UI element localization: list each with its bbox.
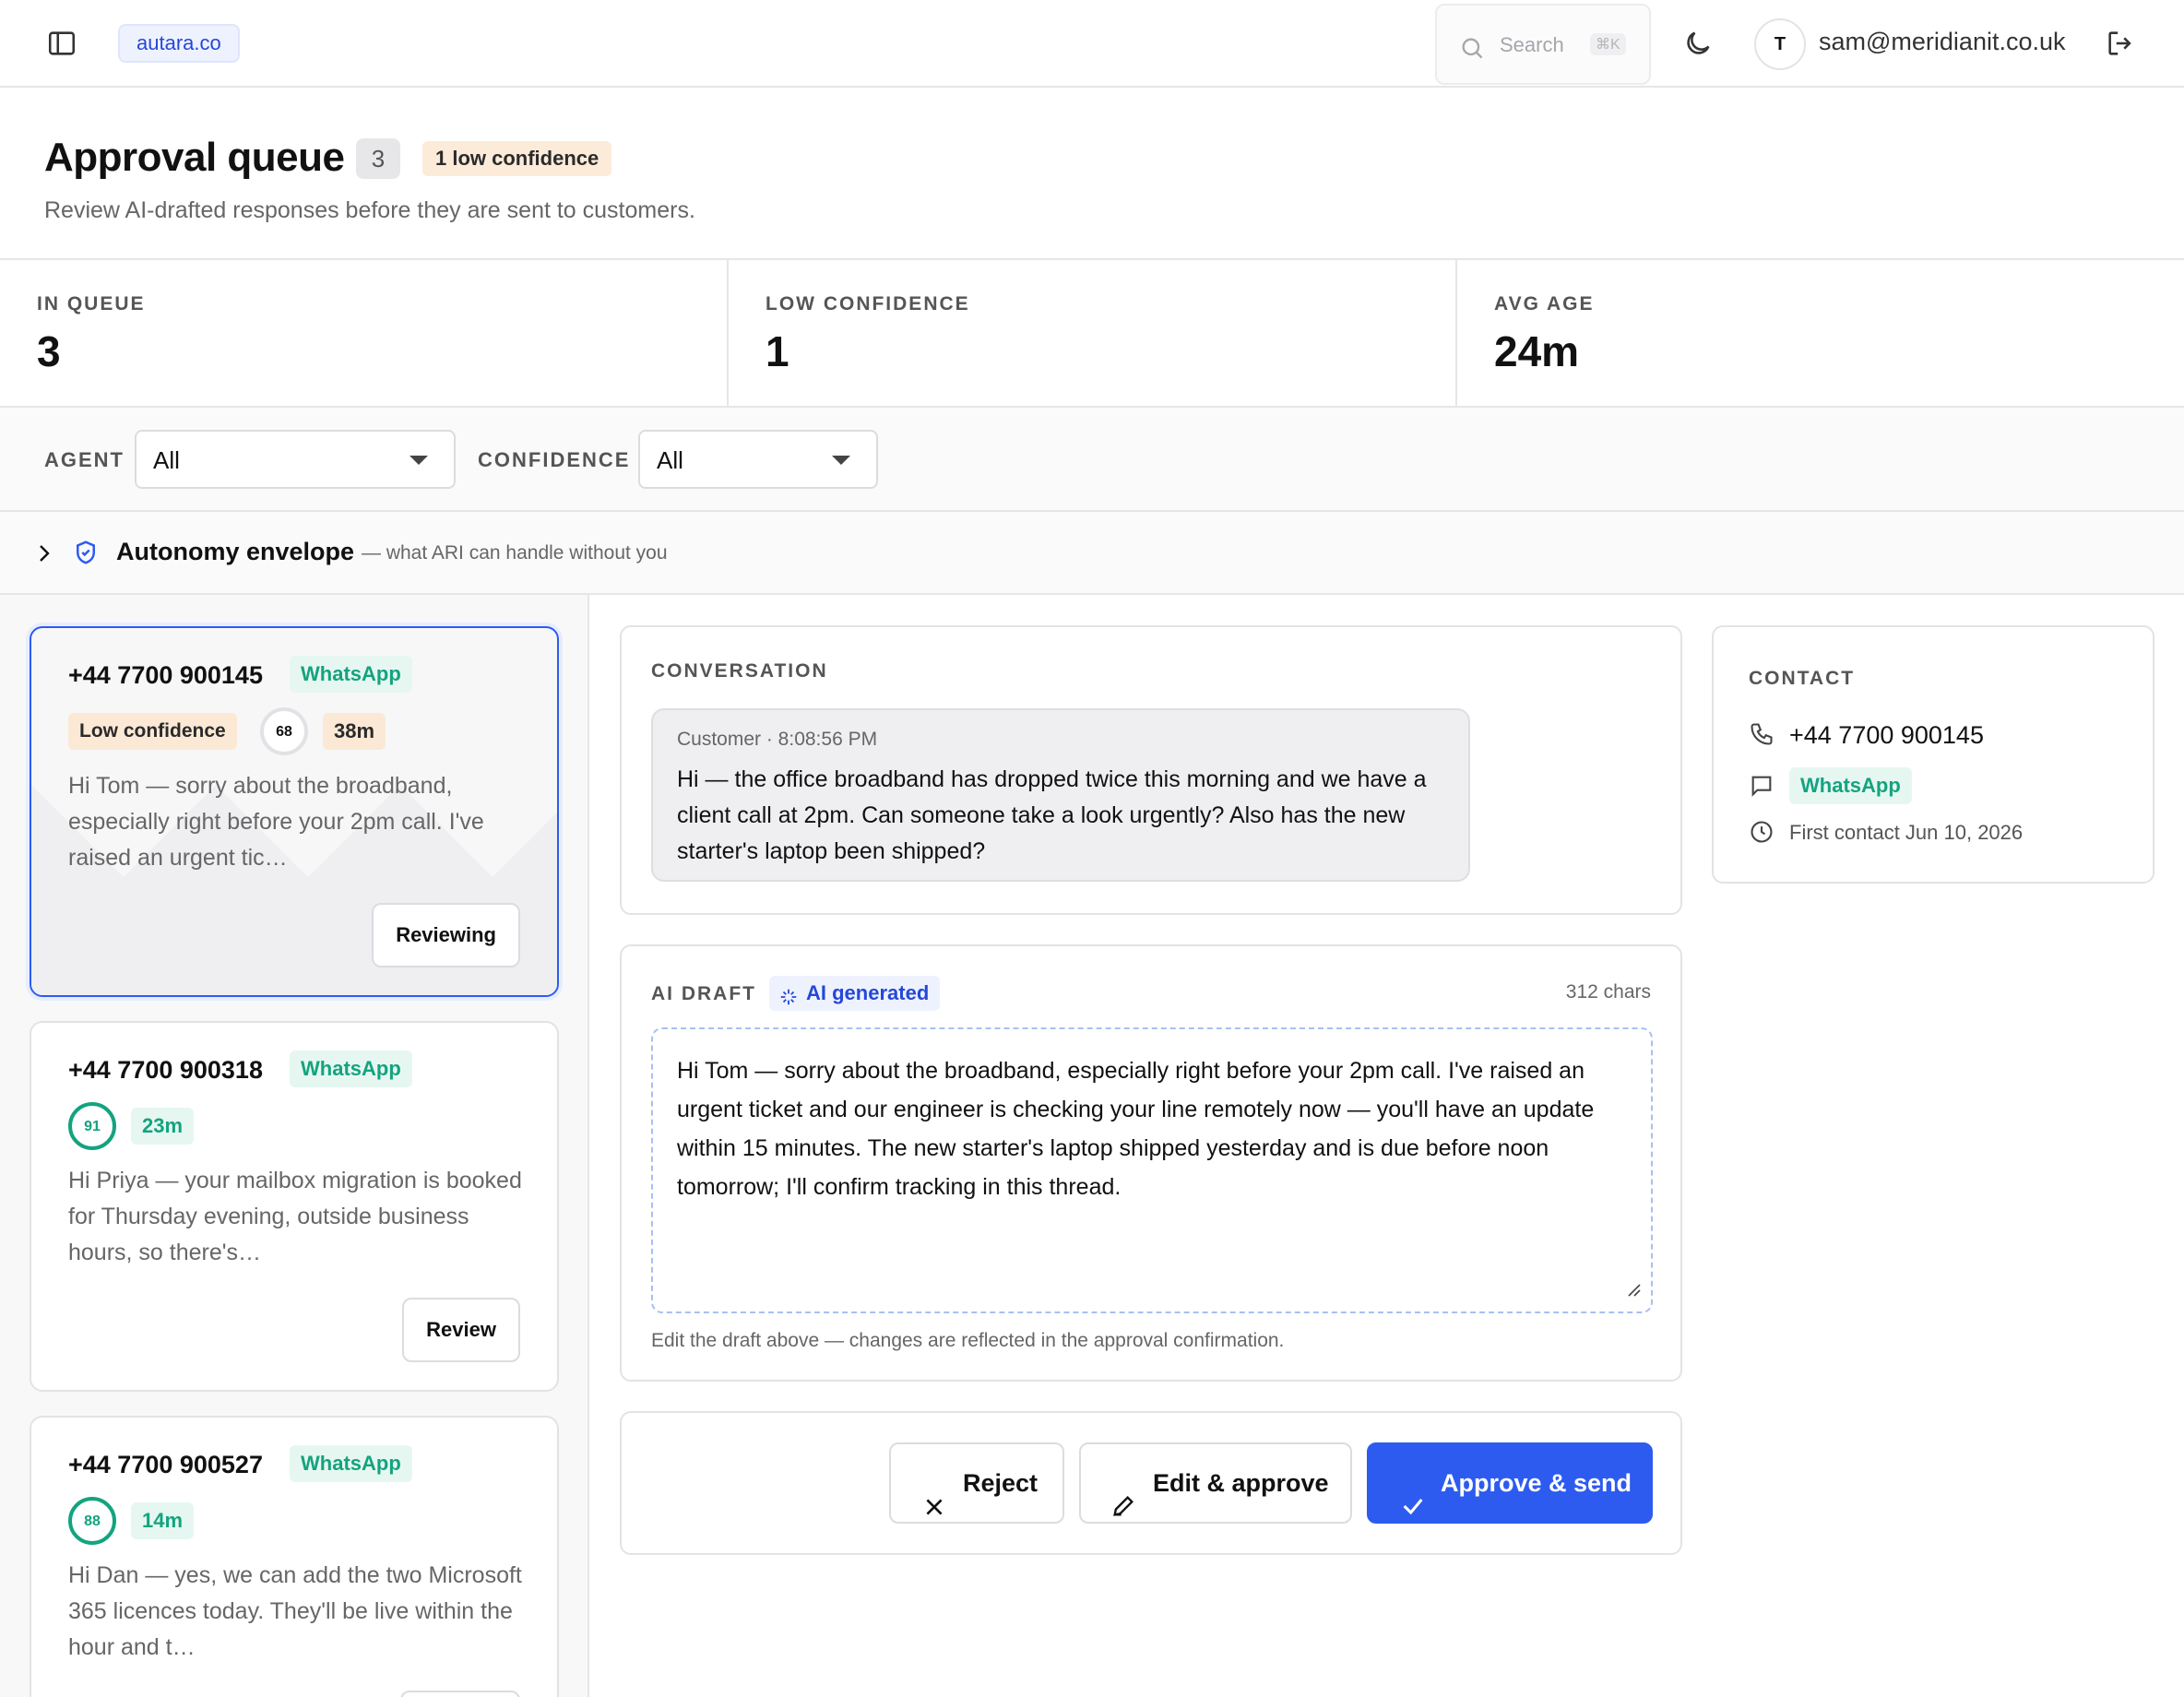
- chevron-down-icon: [832, 456, 850, 465]
- review-button[interactable]: [400, 1691, 520, 1697]
- stat-label: AVG AGE: [1494, 293, 1595, 314]
- customer-message: Customer · 8:08:56 PM Hi — the office br…: [651, 708, 1470, 882]
- top-bar: autara.co Search ⌘K T sam@meridianit.co.…: [0, 0, 2184, 88]
- agent-select-value: All: [153, 446, 180, 474]
- confidence-select[interactable]: All: [638, 430, 878, 489]
- workspace-chip[interactable]: autara.co: [118, 24, 240, 63]
- stat-low-confidence: LOW CONFIDENCE 1: [729, 260, 1455, 408]
- logout-icon[interactable]: [2105, 28, 2136, 64]
- review-button[interactable]: Review: [402, 1298, 520, 1362]
- chevron-right-icon: [33, 541, 55, 570]
- message-icon: [1749, 773, 1774, 803]
- low-confidence-chip: Low confidence: [68, 713, 237, 750]
- phone-icon: [1749, 721, 1774, 752]
- edit-approve-button[interactable]: Edit & approve: [1079, 1442, 1352, 1524]
- stat-label: LOW CONFIDENCE: [766, 293, 970, 314]
- queue-card[interactable]: +44 7700 900527 WhatsApp 88 14m Hi Dan —…: [30, 1416, 559, 1697]
- chevron-down-icon: [410, 456, 428, 465]
- autonomy-subtitle: — what ARI can handle without you: [362, 542, 668, 564]
- age-chip: 14m: [131, 1502, 195, 1539]
- age-chip: 23m: [131, 1108, 195, 1145]
- confidence-select-value: All: [657, 446, 683, 474]
- stat-value: 24m: [1494, 327, 1580, 375]
- shield-icon: [72, 538, 100, 572]
- whatsapp-chip: WhatsApp: [290, 656, 412, 693]
- theme-toggle-icon[interactable]: [1682, 28, 1714, 64]
- draft-hint: Edit the draft above — changes are refle…: [651, 1330, 1285, 1351]
- queue-card-excerpt: Hi Tom — sorry about the broadband, espe…: [68, 773, 484, 871]
- reviewing-button[interactable]: Reviewing: [372, 903, 520, 967]
- confidence-score: 88: [84, 1513, 101, 1529]
- low-confidence-badge: 1 low confidence: [422, 141, 612, 176]
- autonomy-title: Autonomy envelope: [116, 538, 355, 565]
- ai-draft-label: AI DRAFT: [651, 983, 756, 1004]
- age-chip: 38m: [323, 713, 386, 750]
- stat-value: 3: [37, 327, 61, 375]
- queue-card-excerpt: Hi Priya — your mailbox migration is boo…: [68, 1168, 522, 1265]
- stat-value: 1: [766, 327, 789, 375]
- check-icon: [1400, 1472, 1426, 1549]
- contact-channel-chip: WhatsApp: [1789, 767, 1912, 804]
- action-panel: Reject Edit & approve Approve & send: [620, 1411, 1682, 1555]
- agent-select[interactable]: All: [135, 430, 456, 489]
- stats-row: IN QUEUE 3 LOW CONFIDENCE 1 AVG AGE 24m: [0, 258, 2184, 408]
- queue-card-excerpt: Hi Dan — yes, we can add the two Microso…: [68, 1562, 522, 1660]
- search-icon: [1459, 35, 1485, 65]
- conversation-panel: CONVERSATION Customer · 8:08:56 PM Hi — …: [620, 625, 1682, 915]
- sidebar-toggle-icon[interactable]: [46, 28, 77, 59]
- draft-text: Hi Tom — sorry about the broadband, espe…: [677, 1058, 1595, 1200]
- queue-card-phone: +44 7700 900145: [68, 661, 263, 689]
- page-title: Approval queue: [44, 135, 345, 180]
- queue-card-phone: +44 7700 900527: [68, 1451, 263, 1478]
- stat-avg-age: AVG AGE 24m: [1457, 260, 2184, 408]
- confidence-score: 91: [84, 1119, 101, 1134]
- user-email: sam@meridianit.co.uk: [1819, 28, 2066, 55]
- conversation-label: CONVERSATION: [651, 660, 828, 682]
- stat-in-queue: IN QUEUE 3: [0, 260, 727, 408]
- queue-card-phone: +44 7700 900318: [68, 1056, 263, 1084]
- stat-label: IN QUEUE: [37, 293, 146, 314]
- message-meta: Customer · 8:08:56 PM: [677, 729, 878, 750]
- ai-draft-panel: AI DRAFT AI generated 312 chars Hi Tom —…: [620, 944, 1682, 1382]
- autonomy-envelope-toggle[interactable]: Autonomy envelope — what ARI can handle …: [0, 512, 2184, 595]
- page-subtitle: Review AI-drafted responses before they …: [44, 197, 695, 223]
- confidence-score-ring: 91: [68, 1102, 116, 1150]
- ai-generated-chip: AI generated: [769, 976, 941, 1011]
- first-contact: First contact Jun 10, 2026: [1789, 821, 2024, 844]
- message-text: Hi — the office broadband has dropped tw…: [677, 766, 1427, 864]
- confidence-score-ring: 88: [68, 1497, 116, 1545]
- approve-send-label: Approve & send: [1441, 1469, 1632, 1497]
- approve-send-button[interactable]: Approve & send: [1367, 1442, 1653, 1524]
- confidence-score: 68: [276, 724, 292, 740]
- queue-card[interactable]: +44 7700 900145 WhatsApp Low confidence …: [30, 626, 559, 997]
- confidence-score-ring: 68: [260, 707, 308, 755]
- whatsapp-chip: WhatsApp: [290, 1445, 412, 1482]
- ai-generated-label: AI generated: [806, 981, 930, 1004]
- search-shortcut: ⌘K: [1590, 33, 1626, 55]
- confidence-filter-label: CONFIDENCE: [478, 448, 631, 471]
- whatsapp-chip: WhatsApp: [290, 1050, 412, 1087]
- filter-bar: AGENT All CONFIDENCE All: [0, 408, 2184, 512]
- agent-filter-label: AGENT: [44, 448, 125, 471]
- char-count: 312 chars: [1565, 981, 1651, 1003]
- avatar[interactable]: T: [1754, 18, 1806, 70]
- search-input[interactable]: Search ⌘K: [1435, 4, 1651, 85]
- contact-label: CONTACT: [1749, 668, 1856, 689]
- queue-card[interactable]: +44 7700 900318 WhatsApp 91 23m Hi Priya…: [30, 1021, 559, 1392]
- contact-panel: CONTACT +44 7700 900145 WhatsApp First c…: [1712, 625, 2154, 884]
- queue-list: +44 7700 900145 WhatsApp Low confidence …: [0, 595, 589, 1697]
- edit-approve-label: Edit & approve: [1153, 1469, 1329, 1497]
- draft-textarea[interactable]: Hi Tom — sorry about the broadband, espe…: [651, 1027, 1653, 1313]
- reject-button[interactable]: Reject: [889, 1442, 1064, 1524]
- contact-phone: +44 7700 900145: [1789, 721, 1984, 749]
- close-icon: [922, 1472, 946, 1549]
- search-placeholder: Search: [1500, 33, 1564, 56]
- sparkle-icon: [778, 983, 799, 1018]
- queue-count-badge: 3: [356, 138, 400, 179]
- reject-label: Reject: [963, 1469, 1039, 1497]
- clock-icon: [1749, 819, 1774, 849]
- pencil-icon: [1110, 1472, 1136, 1549]
- resize-handle-icon[interactable]: [1625, 1281, 1642, 1302]
